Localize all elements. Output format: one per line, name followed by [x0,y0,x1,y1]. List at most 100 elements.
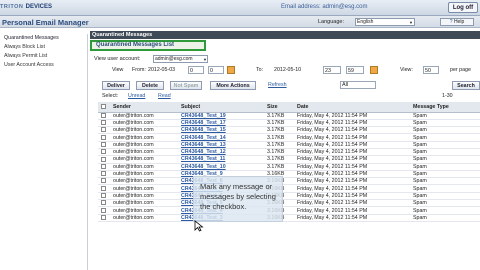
language-value: English [357,19,374,25]
cursor-icon [194,220,204,232]
table-row[interactable]: outer@triton.comCR43648_Test_33.16KBFrid… [98,214,480,222]
row-checkbox[interactable] [101,149,106,155]
row-select-cell[interactable] [98,214,110,222]
row-checkbox[interactable] [101,120,106,126]
row-checkbox[interactable] [101,207,106,213]
table-row[interactable]: outer@triton.com CR43648_Test_19 3.17KB Fri… [98,112,480,120]
date-cell: Friday, May 4, 2012 11:54 PM [294,163,410,171]
logoff-button[interactable]: Log off [448,2,478,13]
to-minute-select[interactable]: 59 [346,66,364,74]
calendar-icon[interactable] [227,66,235,74]
table-row[interactable]: outer@triton.com CR43648_Test_10 3.17KB Fri… [98,163,480,171]
row-select-cell[interactable] [98,133,110,142]
row-checkbox[interactable] [101,214,106,220]
row-checkbox[interactable] [101,200,106,206]
row-select-cell[interactable] [98,184,110,193]
help-button[interactable]: ? Help [440,18,474,26]
table-row[interactable]: outer@triton.com CR43648_Test_9 3.16KB Frid… [98,170,480,179]
sidebar-item-user-access[interactable]: User Account Access [0,61,87,70]
select-label: Select: [102,93,119,99]
sidebar-item-quarantined[interactable]: Quarantined Messages [0,34,87,43]
row-select-cell[interactable] [98,163,110,171]
table-row[interactable]: outer@triton.com CR43648_Test_17 3.17KB Fri… [98,119,480,128]
subject-link[interactable]: CR43648_Test_11 [178,155,264,164]
date-cell: Friday, May 4, 2012 11:54 PM [294,184,410,193]
date-cell: Friday, May 4, 2012 11:54 PM [294,112,410,120]
user-account-select[interactable]: admin@esg.com ▼ [153,55,208,63]
row-checkbox[interactable] [101,112,106,118]
sender-cell: outer@triton.com [110,155,178,164]
select-all-header[interactable] [98,102,110,113]
message-type-cell: Spam [410,126,480,135]
table-row[interactable]: outer@triton.comCR43648_Test_63.16KBFrid… [98,192,480,201]
select-all-checkbox[interactable] [101,103,106,109]
row-select-cell[interactable] [98,141,110,150]
size-cell: 3.17KB [264,163,294,171]
table-row[interactable]: outer@triton.comCR43648_Test_53.16KBFrid… [98,199,480,208]
calendar-icon[interactable] [370,66,378,74]
row-select-cell[interactable] [98,199,110,208]
row-checkbox[interactable] [101,127,106,133]
row-checkbox[interactable] [101,193,106,198]
more-actions-select[interactable]: More Actions [210,81,256,90]
date-cell: Friday, May 4, 2012 11:54 PM [294,148,410,157]
row-checkbox[interactable] [101,134,106,140]
not-spam-button[interactable]: Not Spam [170,81,202,90]
to-hour-select[interactable]: 23 [323,66,341,74]
row-checkbox[interactable] [101,141,106,147]
table-row[interactable]: outer@triton.com CR43648_Test_13 3.17KB Fri… [98,141,480,150]
row-select-cell[interactable] [98,119,110,128]
row-checkbox[interactable] [101,171,106,177]
table-row[interactable]: outer@triton.com CR43648_Test_12 3.17KB Fri… [98,148,480,157]
filter-all-select[interactable]: All [340,81,376,89]
subject-link[interactable]: CR43648_Test_13 [178,141,264,150]
column-subject[interactable]: Subject [178,102,264,113]
row-select-cell[interactable] [98,177,110,186]
table-row[interactable]: outer@triton.com CR43648_Test_11 3.17KB Fri… [98,155,480,164]
row-checkbox[interactable] [101,156,106,162]
column-size[interactable]: Size [264,102,294,113]
deliver-button[interactable]: Deliver [102,81,130,90]
row-select-cell[interactable] [98,148,110,157]
column-message-type[interactable]: Message Type [410,102,480,113]
from-date[interactable]: 2012-05-03 [148,67,175,73]
date-cell: Friday, May 4, 2012 11:54 PM [294,155,410,164]
per-page-select[interactable]: 50 [423,66,439,74]
subject-link[interactable]: CR43648_Test_12 [178,148,264,157]
subject-link[interactable]: CR43648_Test_17 [178,119,264,128]
subject-link[interactable]: CR43648_Test_10 [178,163,264,171]
date-cell: Friday, May 4, 2012 11:54 PM [294,199,410,208]
table-row[interactable]: outer@triton.com CR43648_Test_15 3.17KB Fri… [98,126,480,135]
column-sender[interactable]: Sender [110,102,178,113]
to-date[interactable]: 2012-05-10 [274,67,301,73]
table-row[interactable]: outer@triton.comCR43648_Test_83.16KBFrid… [98,177,480,186]
read-link[interactable]: Read [158,93,171,99]
row-select-cell[interactable] [98,170,110,179]
table-row[interactable]: outer@triton.com CR43648_Test_14 3.17KB Fri… [98,133,480,142]
subject-link[interactable]: CR43648_Test_19 [178,112,264,120]
from-minute-select[interactable]: 0 [208,66,224,74]
unread-link[interactable]: Unread [128,93,145,99]
row-checkbox[interactable] [101,185,106,191]
row-select-cell[interactable] [98,155,110,164]
subject-link[interactable]: CR43648_Test_15 [178,126,264,135]
row-select-cell[interactable] [98,112,110,120]
delete-button[interactable]: Delete [136,81,164,90]
refresh-link[interactable]: Refresh [268,82,287,88]
row-checkbox[interactable] [101,178,106,184]
sidebar-item-block-list[interactable]: Always Block List [0,43,87,52]
sidebar-item-permit-list[interactable]: Always Permit List [0,52,87,61]
row-select-cell[interactable] [98,126,110,135]
size-cell: 3.17KB [264,112,294,120]
table-row[interactable]: outer@triton.comCR43648_Test_73.16KBFrid… [98,184,480,193]
row-checkbox[interactable] [101,163,106,169]
from-hour-select[interactable]: 0 [188,66,204,74]
search-button[interactable]: Search [452,81,480,90]
table-row[interactable]: outer@triton.comCR43648_Test_43.16KBFrid… [98,206,480,215]
subject-link[interactable]: CR43648_Test_14 [178,133,264,142]
language-select[interactable]: English ▼ [355,18,415,26]
row-select-cell[interactable] [98,192,110,201]
row-select-cell[interactable] [98,206,110,215]
sender-cell: outer@triton.com [110,119,178,128]
column-date[interactable]: Date [294,102,410,113]
